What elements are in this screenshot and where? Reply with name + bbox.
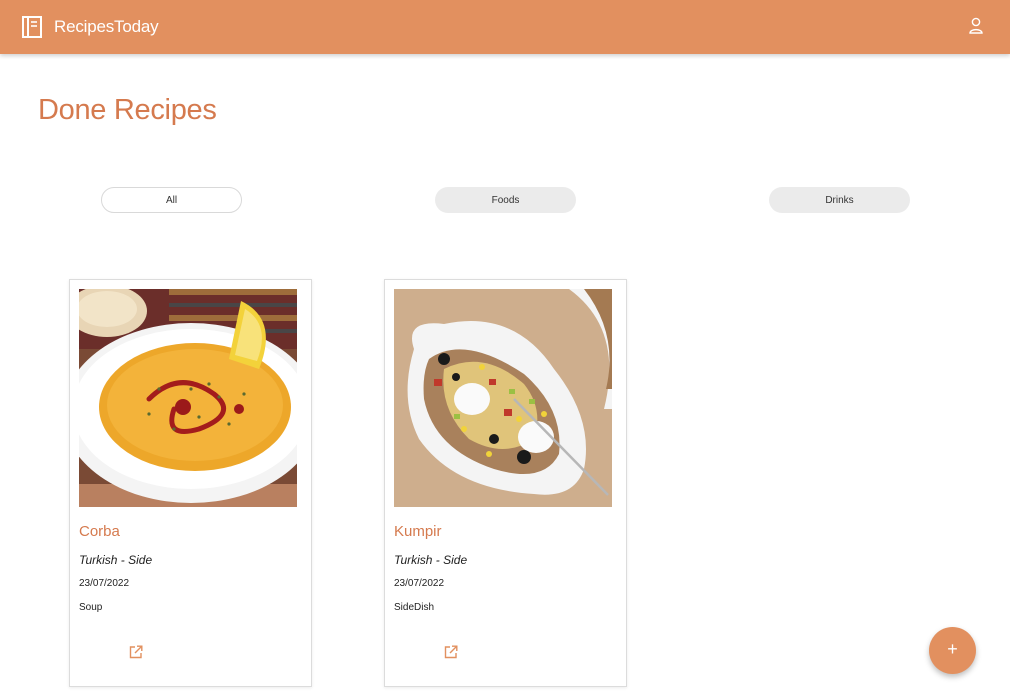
add-recipe-fab[interactable]: + — [929, 627, 976, 674]
recipe-image-kumpir[interactable] — [394, 289, 612, 507]
recipe-done-date: 23/07/2022 — [394, 578, 445, 589]
page-title: Done Recipes — [38, 94, 217, 126]
plus-icon: + — [947, 638, 958, 659]
recipe-category: Turkish - Side — [79, 553, 153, 567]
filter-foods-button[interactable]: Foods — [435, 187, 576, 213]
recipe-card-corba: Corba Turkish - Side 23/07/2022 Soup — [69, 279, 312, 687]
recipe-tag: SideDish — [394, 602, 435, 613]
book-icon — [22, 16, 42, 38]
user-icon[interactable] — [968, 17, 984, 35]
recipe-image-corba[interactable] — [79, 289, 297, 507]
recipe-name[interactable]: Kumpir — [394, 523, 442, 540]
filter-drinks-button[interactable]: Drinks — [769, 187, 910, 213]
share-icon[interactable] — [444, 645, 458, 659]
recipe-done-date: 23/07/2022 — [79, 578, 130, 589]
filter-all-button[interactable]: All — [101, 187, 242, 213]
share-icon[interactable] — [129, 645, 143, 659]
app-name: RecipesToday — [54, 17, 159, 36]
recipe-category: Turkish - Side — [394, 553, 468, 567]
recipe-card-kumpir: Kumpir Turkish - Side 23/07/2022 SideDis… — [384, 279, 627, 687]
recipe-tag: Soup — [79, 602, 103, 613]
top-app-bar: RecipesToday — [0, 0, 1010, 54]
recipe-name[interactable]: Corba — [79, 523, 120, 540]
brand-home-link[interactable]: RecipesToday — [22, 16, 159, 38]
